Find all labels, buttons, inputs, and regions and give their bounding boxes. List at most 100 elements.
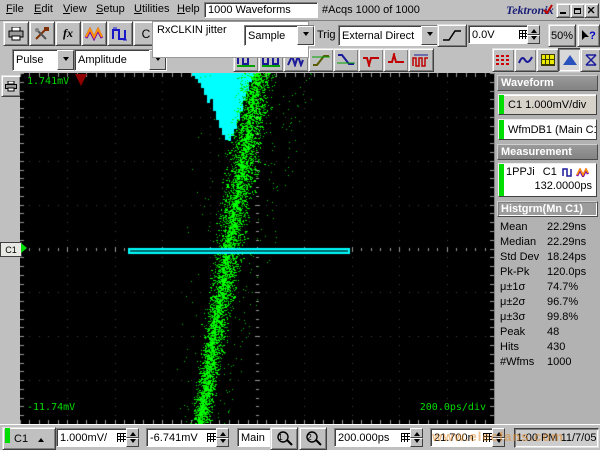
stat-row: Hits430 xyxy=(497,340,598,355)
pulse-button[interactable] xyxy=(107,21,133,46)
histogram-button[interactable] xyxy=(558,48,581,72)
channel-select-button[interactable]: C1 xyxy=(2,427,56,450)
pulse-icon xyxy=(562,168,574,177)
minimize-button[interactable] xyxy=(556,3,571,18)
vertical-scale-field[interactable]: 1.000mV/ xyxy=(56,428,130,447)
acquisition-mode-select[interactable]: Sample xyxy=(244,25,315,46)
waveform-item-c1[interactable]: C1 1.000mV/div xyxy=(498,94,597,115)
trigger-level-field[interactable]: 0.0V xyxy=(468,25,532,44)
stat-row: μ±2σ96.7% xyxy=(497,295,598,310)
channel-color-bar xyxy=(499,95,504,114)
menu-file[interactable]: File xyxy=(6,3,24,15)
spin-down-icon xyxy=(527,35,540,45)
menu-bar: File Edit View Setup Utilities Help 1000… xyxy=(0,0,600,21)
waveform-display xyxy=(20,73,494,424)
close-button[interactable] xyxy=(584,3,599,18)
spin-up-icon xyxy=(527,25,540,35)
menu-utilities[interactable]: Utilities xyxy=(134,3,169,15)
tools-button[interactable] xyxy=(29,21,55,46)
channel-marker[interactable]: C1 xyxy=(0,242,22,257)
mask-test-button[interactable] xyxy=(536,48,559,72)
timebase-label: 200.0ps/div xyxy=(420,402,486,413)
pos-overshoot-icon xyxy=(387,53,405,67)
graticule: 1.741mV -11.74mV 200.0ps/div xyxy=(20,73,494,424)
vertical-top-label: 1.741mV xyxy=(27,76,69,87)
waveform-display-button[interactable] xyxy=(514,48,537,72)
vertical-offset-spinner[interactable] xyxy=(216,428,229,447)
logo-check-icon xyxy=(543,4,553,14)
stat-row: #Wfms1000 xyxy=(497,355,598,370)
histogram-panel-header[interactable]: Histgrm(Mn C1) xyxy=(497,201,598,217)
acqs-status: #Acqs 1000 of 1000 xyxy=(322,4,420,16)
keypad-icon[interactable] xyxy=(207,433,216,442)
menu-help[interactable]: Help xyxy=(177,3,200,15)
vertical-scale-spinner[interactable] xyxy=(126,428,139,447)
watermark: www.elecfans.com xyxy=(398,429,598,445)
measure-category-select[interactable]: Pulse xyxy=(12,49,75,71)
waveform-database-icon xyxy=(585,54,597,66)
waveform-count-readout: 1000 Waveforms xyxy=(204,2,318,18)
set-50-button[interactable]: 50% xyxy=(548,24,576,47)
fall-time-button[interactable] xyxy=(333,48,359,72)
waveform-button[interactable] xyxy=(81,21,107,46)
menu-setup[interactable]: Setup xyxy=(96,3,125,15)
tools-icon xyxy=(34,27,50,41)
trig-label: Trig xyxy=(317,29,336,41)
trigger-level-spinner[interactable] xyxy=(527,25,540,44)
stat-row: μ±3σ99.8% xyxy=(497,310,598,325)
dashed-cursors-icon xyxy=(496,54,511,66)
stat-row: μ±1σ74.7% xyxy=(497,280,598,295)
trigger-slope-button[interactable] xyxy=(437,24,467,47)
sine-wave-icon xyxy=(518,54,534,66)
wfmdb-button[interactable] xyxy=(580,48,600,72)
vertical-offset-field[interactable]: -6.741mV xyxy=(146,428,220,447)
print-button[interactable] xyxy=(3,21,29,46)
measurement-panel-header: Measurement xyxy=(497,144,598,160)
chevron-down-icon[interactable] xyxy=(421,26,438,45)
fall-time-icon xyxy=(337,53,355,67)
stat-row: Pk-Pk120.0ps xyxy=(497,265,598,280)
measurement-item[interactable]: 1 PPJi C1 132.0000ps xyxy=(498,163,597,197)
stat-row: Mean22.29ns xyxy=(497,220,598,235)
channel-marker-arrow-icon xyxy=(21,243,27,253)
menu-view[interactable]: View xyxy=(63,3,87,15)
wave-icon xyxy=(576,168,589,177)
rise-time-icon xyxy=(312,53,330,67)
printer-icon xyxy=(8,27,24,41)
trigger-marker-icon[interactable] xyxy=(75,74,87,86)
keypad-icon[interactable] xyxy=(117,433,126,442)
chevron-down-icon[interactable] xyxy=(297,26,314,45)
restore-button[interactable] xyxy=(570,3,585,18)
toolbar-main: fx C RxCLKIN jitter Sample Trig External… xyxy=(0,20,600,47)
function-button[interactable]: fx xyxy=(55,21,81,46)
hardcopy-button[interactable] xyxy=(1,75,21,97)
pos-overshoot-button[interactable] xyxy=(383,48,409,72)
stat-row: Median22.29ns xyxy=(497,235,598,250)
rise-time-button[interactable] xyxy=(308,48,334,72)
waveform-panel-header: Waveform xyxy=(497,75,598,91)
spin-down-icon xyxy=(216,438,229,448)
channel-color-bar xyxy=(499,164,504,196)
histogram-icon xyxy=(562,54,578,66)
waveform-item-wfmdb1[interactable]: WfmDB1 (Main C1 xyxy=(498,119,597,140)
trigger-source-select[interactable]: External Direct xyxy=(338,25,439,46)
spin-up-icon xyxy=(216,428,229,438)
neg-overshoot-button[interactable] xyxy=(358,48,384,72)
stat-row: Peak48 xyxy=(497,325,598,340)
histogram-stats: Mean22.29ns Median22.29ns Std Dev18.24ps… xyxy=(497,220,598,370)
measurement-value: 132.0000ps xyxy=(506,180,596,192)
pulse-train-button[interactable] xyxy=(408,48,434,72)
rising-edge-icon xyxy=(442,29,462,42)
menu-edit[interactable]: Edit xyxy=(34,3,53,15)
cursors-button[interactable] xyxy=(492,48,515,72)
chevron-down-icon[interactable] xyxy=(57,50,74,70)
context-help-button[interactable]: ? xyxy=(577,24,600,47)
cursor-arrow-icon xyxy=(581,30,589,42)
zoom1-button[interactable]: 1 xyxy=(270,427,298,450)
oscilloscope-app: File Edit View Setup Utilities Help 1000… xyxy=(0,0,600,450)
printer-icon xyxy=(5,81,17,92)
channel-color-bar xyxy=(5,428,10,443)
zoom2-button[interactable]: 2 xyxy=(299,427,327,450)
readout-sidebar: Waveform C1 1.000mV/div WfmDB1 (Main C1 … xyxy=(494,73,600,424)
stat-row: Std Dev18.24ps xyxy=(497,250,598,265)
